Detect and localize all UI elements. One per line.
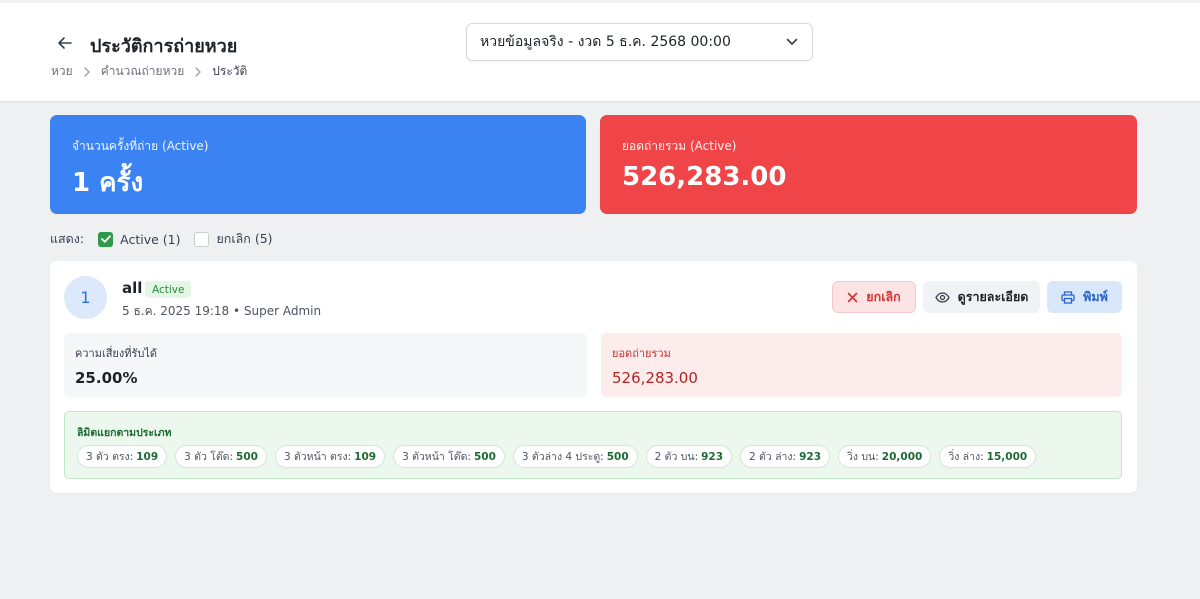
limit-chip-value: 109 bbox=[354, 450, 377, 463]
filter-label: แสดง: bbox=[50, 231, 85, 246]
filter-active-label: Active (1) bbox=[120, 231, 181, 247]
limit-chip-value: 500 bbox=[473, 450, 496, 463]
stat-count-value: 1 ครั้ง bbox=[72, 168, 144, 198]
back-button[interactable] bbox=[52, 30, 78, 56]
total-value: 526,283.00 bbox=[612, 369, 698, 387]
stat-count-label: จำนวนครั้งที่ถ่าย (Active) bbox=[72, 139, 209, 153]
limit-chip-label: 3 ตัว โต๊ด: bbox=[184, 451, 234, 463]
details-button[interactable]: ดูรายละเอียด bbox=[923, 281, 1040, 313]
limit-chip: 3 ตัว ตรง: 109 bbox=[77, 445, 168, 468]
top-border bbox=[0, 0, 1200, 3]
limit-chip-label: 2 ตัว บน: bbox=[654, 451, 699, 463]
limit-chip-label: วิ่ง บน: bbox=[847, 451, 879, 463]
arrow-left-icon bbox=[58, 37, 72, 49]
filter-active-checkbox[interactable]: Active (1) bbox=[98, 231, 181, 247]
cancel-button-label: ยกเลิก bbox=[866, 289, 901, 304]
limit-chip-value: 109 bbox=[136, 450, 159, 463]
filter-cancelled-label: ยกเลิก (5) bbox=[216, 231, 273, 246]
checkbox-unchecked[interactable] bbox=[194, 231, 210, 247]
risk-value: 25.00% bbox=[75, 369, 138, 387]
limit-chip-label: วิ่ง ล่าง: bbox=[948, 451, 984, 463]
limit-chip-label: 3 ตัวหน้า โต๊ด: bbox=[402, 451, 471, 463]
stat-total-label: ยอดถ่ายรวม (Active) bbox=[622, 139, 737, 153]
check-icon bbox=[100, 235, 111, 243]
limit-chip-value: 20,000 bbox=[881, 450, 923, 463]
limit-chip: 3 ตัว โต๊ด: 500 bbox=[175, 445, 267, 468]
page-header: ประวัติการถ่ายหวย หวย คำนวณถ่ายหวย ประวั… bbox=[0, 0, 1200, 102]
risk-metric: ความเสี่ยงที่รับได้ 25.00% bbox=[64, 333, 587, 397]
entry-number-badge: 1 bbox=[64, 276, 107, 319]
chevron-right-icon bbox=[83, 66, 91, 77]
chevron-down-icon bbox=[786, 38, 798, 45]
breadcrumb-item-calculate[interactable]: คำนวณถ่ายหวย bbox=[101, 62, 185, 81]
entry-meta: 5 ธ.ค. 2025 19:18 • Super Admin bbox=[122, 304, 322, 318]
limit-chip-label: 3 ตัวหน้า ตรง: bbox=[283, 451, 352, 463]
limit-chip-value: 923 bbox=[799, 450, 822, 463]
round-select[interactable]: หวยข้อมูลจริง - งวด 5 ธ.ค. 2568 00:00 bbox=[466, 23, 813, 61]
stat-card-total: ยอดถ่ายรวม (Active) 526,283.00 bbox=[600, 115, 1137, 214]
print-button[interactable]: พิมพ์ bbox=[1047, 281, 1122, 313]
stat-total-value: 526,283.00 bbox=[622, 162, 787, 192]
breadcrumb-item-lottery[interactable]: หวย bbox=[51, 62, 73, 81]
print-button-label: พิมพ์ bbox=[1083, 289, 1108, 304]
risk-label: ความเสี่ยงที่รับได้ bbox=[75, 347, 158, 360]
limit-chip-value: 500 bbox=[606, 450, 629, 463]
limit-chip-value: 15,000 bbox=[986, 450, 1028, 463]
printer-icon bbox=[1061, 290, 1075, 304]
breadcrumb: หวย คำนวณถ่ายหวย ประวัติ bbox=[51, 62, 247, 81]
cancel-button[interactable]: ยกเลิก bbox=[832, 281, 916, 313]
limit-chip: วิ่ง บน: 20,000 bbox=[838, 445, 932, 468]
limit-chip-value: 500 bbox=[236, 450, 258, 463]
limit-chip: 3 ตัวล่าง 4 ประตู: 500 bbox=[512, 445, 638, 468]
filter-bar: แสดง: Active (1) ยกเลิก (5) bbox=[50, 229, 287, 249]
total-label: ยอดถ่ายรวม bbox=[612, 347, 671, 360]
details-button-label: ดูรายละเอียด bbox=[957, 289, 1029, 304]
limit-chip-label: 3 ตัวล่าง 4 ประตู: bbox=[521, 451, 604, 463]
limit-chip-label: 3 ตัว ตรง: bbox=[86, 451, 134, 463]
limit-chip: 2 ตัว ล่าง: 923 bbox=[740, 445, 831, 468]
limits-panel: ลิมิตแยกตามประเภท 3 ตัว ตรง: 109 3 ตัว โต… bbox=[64, 411, 1122, 479]
limit-chip: 3 ตัวหน้า ตรง: 109 bbox=[274, 445, 386, 468]
eye-icon bbox=[934, 291, 950, 303]
chevron-right-icon bbox=[194, 66, 202, 77]
breadcrumb-item-history: ประวัติ bbox=[212, 64, 248, 78]
limit-chip: 3 ตัวหน้า โต๊ด: 500 bbox=[393, 445, 505, 468]
history-entry-card: 1 all Active 5 ธ.ค. 2025 19:18 • Super A… bbox=[50, 261, 1137, 493]
limit-chip-value: 923 bbox=[701, 450, 724, 463]
page-title: ประวัติการถ่ายหวย bbox=[90, 36, 238, 57]
limits-chip-list: 3 ตัว ตรง: 109 3 ตัว โต๊ด: 500 3 ตัวหน้า ต… bbox=[77, 445, 1044, 468]
limit-chip: 2 ตัว บน: 923 bbox=[645, 445, 733, 468]
checkbox-checked[interactable] bbox=[98, 231, 114, 247]
total-metric: ยอดถ่ายรวม 526,283.00 bbox=[601, 333, 1122, 397]
limit-chip-label: 2 ตัว ล่าง: bbox=[749, 451, 797, 463]
limits-title: ลิมิตแยกตามประเภท bbox=[77, 427, 172, 439]
filter-cancelled-checkbox[interactable]: ยกเลิก (5) bbox=[194, 229, 273, 249]
entry-name: all bbox=[122, 279, 143, 297]
status-badge: Active bbox=[145, 281, 192, 298]
stat-card-count: จำนวนครั้งที่ถ่าย (Active) 1 ครั้ง bbox=[50, 115, 586, 214]
limit-chip: วิ่ง ล่าง: 15,000 bbox=[939, 445, 1037, 468]
close-icon bbox=[847, 292, 858, 302]
round-select-value: หวยข้อมูลจริง - งวด 5 ธ.ค. 2568 00:00 bbox=[480, 34, 731, 50]
